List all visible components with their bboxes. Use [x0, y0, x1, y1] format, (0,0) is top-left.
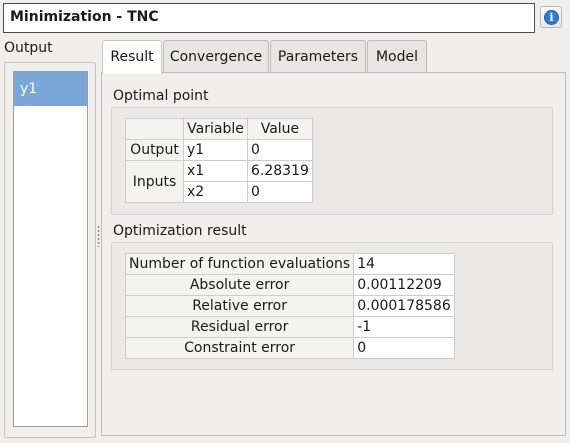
window-title: Minimization - TNC: [3, 3, 535, 33]
output-row-header: Output: [125, 139, 184, 161]
table-cell[interactable]: 14: [353, 253, 455, 275]
tab-convergence[interactable]: Convergence: [163, 40, 269, 73]
info-icon: i: [544, 10, 559, 25]
table-cell[interactable]: x2: [183, 181, 248, 203]
result-label-cell: Number of function evaluations: [124, 253, 355, 275]
inputs-row-header: Inputs: [125, 160, 184, 203]
table-corner-cell: [125, 118, 184, 140]
table-cell[interactable]: 0.000178586: [353, 295, 455, 317]
result-label-cell: Absolute error: [124, 274, 355, 296]
result-label-cell: Constraint error: [124, 337, 355, 359]
optimal-point-table: Variable Value Output y1 0 Inputs x1 6.2…: [125, 118, 313, 203]
result-tab-panel: Optimal point Variable Value Output y1 0…: [101, 72, 566, 436]
output-list-item-y1[interactable]: y1: [14, 72, 87, 106]
table-cell[interactable]: 0: [247, 181, 313, 203]
optimal-point-group: Variable Value Output y1 0 Inputs x1 6.2…: [111, 107, 553, 215]
table-cell[interactable]: 0.00112209: [353, 274, 455, 296]
output-panel: y1: [4, 62, 96, 438]
result-label-cell: Residual error: [124, 316, 355, 338]
table-cell[interactable]: 6.28319: [247, 160, 313, 182]
table-cell[interactable]: x1: [183, 160, 248, 182]
tab-model[interactable]: Model: [367, 40, 427, 73]
output-label: Output: [4, 40, 53, 56]
value-header: Value: [247, 118, 313, 140]
optimization-result-table: Number of function evaluations 14 Absolu…: [124, 253, 455, 359]
result-label-cell: Relative error: [124, 295, 355, 317]
tab-result[interactable]: Result: [102, 40, 162, 74]
optimization-result-group: Number of function evaluations 14 Absolu…: [111, 242, 553, 370]
optimization-result-title: Optimization result: [113, 223, 247, 239]
splitter-handle[interactable]: [97, 225, 100, 247]
info-button[interactable]: i: [540, 6, 562, 28]
output-list[interactable]: y1: [13, 71, 88, 427]
optimal-point-title: Optimal point: [113, 88, 209, 104]
table-cell[interactable]: 0: [247, 139, 313, 161]
table-cell[interactable]: y1: [183, 139, 248, 161]
variable-header: Variable: [183, 118, 248, 140]
table-cell[interactable]: -1: [353, 316, 455, 338]
table-cell[interactable]: 0: [353, 337, 455, 359]
tab-parameters[interactable]: Parameters: [270, 40, 366, 73]
